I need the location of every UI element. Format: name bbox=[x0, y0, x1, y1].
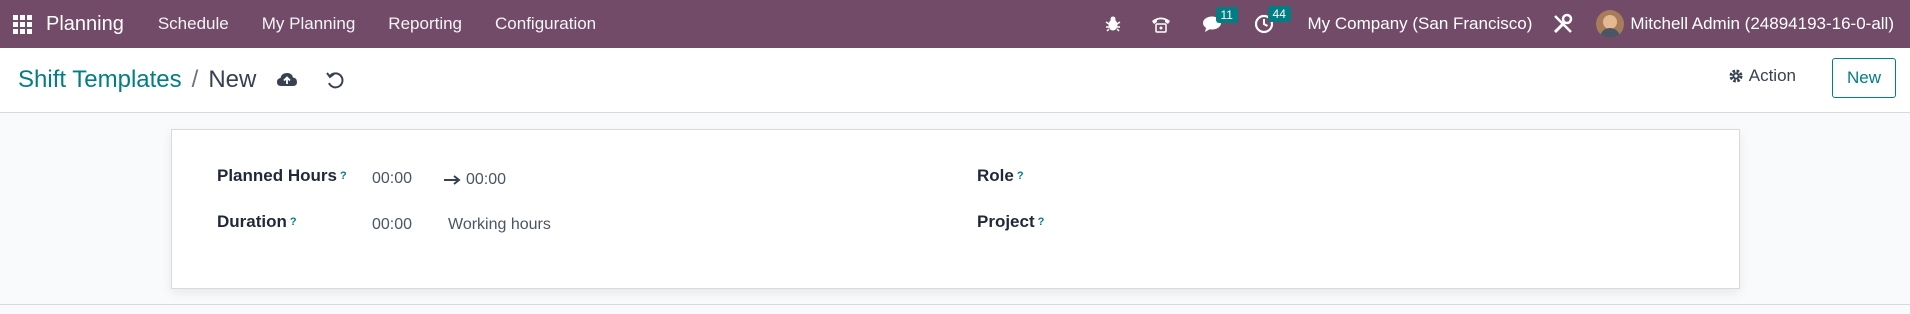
duration-unit: Working hours bbox=[448, 216, 551, 233]
project-label: Project bbox=[977, 212, 1035, 231]
bottom-divider bbox=[0, 304, 1910, 305]
menu-my-planning[interactable]: My Planning bbox=[262, 14, 356, 34]
planned-hours-row: Planned Hours ? bbox=[217, 166, 347, 186]
company-switcher[interactable]: My Company (San Francisco) bbox=[1308, 14, 1533, 34]
menu-reporting[interactable]: Reporting bbox=[388, 14, 462, 34]
planned-start-input[interactable]: 00:00 bbox=[372, 170, 412, 188]
menu-schedule[interactable]: Schedule bbox=[158, 14, 229, 34]
user-menu[interactable]: Mitchell Admin (24894193-16-0-all) bbox=[1630, 14, 1894, 34]
breadcrumb-shift-templates[interactable]: Shift Templates bbox=[18, 66, 182, 94]
duration-label: Duration bbox=[217, 212, 287, 231]
arrow-right-icon bbox=[444, 175, 461, 185]
duration-input[interactable]: 00:00 bbox=[372, 216, 412, 234]
user-avatar[interactable] bbox=[1596, 10, 1625, 38]
apps-menu-icon[interactable] bbox=[12, 14, 32, 34]
role-row: Role ? bbox=[977, 166, 1024, 186]
activities-clock-icon[interactable]: 44 bbox=[1254, 6, 1291, 34]
planned-hours-help-icon[interactable]: ? bbox=[340, 170, 347, 182]
role-label: Role bbox=[977, 166, 1014, 185]
project-help-icon[interactable]: ? bbox=[1038, 216, 1045, 228]
control-panel: Shift Templates / New Action New bbox=[0, 48, 1910, 113]
messages-count-badge: 11 bbox=[1215, 7, 1238, 23]
form-sheet: Planned Hours ? 00:00 00:00 Duration ? 0… bbox=[171, 129, 1740, 289]
project-input[interactable] bbox=[1132, 208, 1692, 236]
breadcrumb-current: New bbox=[208, 66, 257, 93]
tools-icon[interactable] bbox=[1552, 13, 1574, 35]
phone-icon[interactable] bbox=[1150, 14, 1172, 34]
action-label: Action bbox=[1748, 66, 1796, 85]
planned-hours-label: Planned Hours bbox=[217, 166, 337, 185]
messages-icon[interactable]: 11 bbox=[1202, 7, 1238, 33]
planned-end-input[interactable]: 00:00 bbox=[466, 171, 506, 189]
discard-undo-icon[interactable] bbox=[322, 67, 348, 93]
role-help-icon[interactable]: ? bbox=[1017, 170, 1024, 182]
action-menu-button[interactable]: Action bbox=[1728, 66, 1796, 86]
gear-icon bbox=[1729, 69, 1743, 83]
project-row: Project ? bbox=[977, 212, 1044, 232]
duration-help-icon[interactable]: ? bbox=[290, 216, 297, 228]
duration-row: Duration ? bbox=[217, 212, 297, 232]
app-name[interactable]: Planning bbox=[46, 13, 124, 36]
save-cloud-icon[interactable] bbox=[274, 67, 300, 93]
top-navbar: Planning Schedule My Planning Reporting … bbox=[0, 0, 1910, 48]
new-button[interactable]: New bbox=[1832, 58, 1896, 98]
breadcrumb: Shift Templates / New bbox=[18, 66, 256, 94]
role-input[interactable] bbox=[1132, 162, 1692, 190]
menu-configuration[interactable]: Configuration bbox=[495, 14, 596, 34]
bug-icon[interactable] bbox=[1104, 15, 1122, 33]
planned-end-group: 00:00 bbox=[444, 171, 506, 189]
breadcrumb-separator: / bbox=[191, 66, 199, 93]
activities-count-badge: 44 bbox=[1267, 6, 1291, 22]
